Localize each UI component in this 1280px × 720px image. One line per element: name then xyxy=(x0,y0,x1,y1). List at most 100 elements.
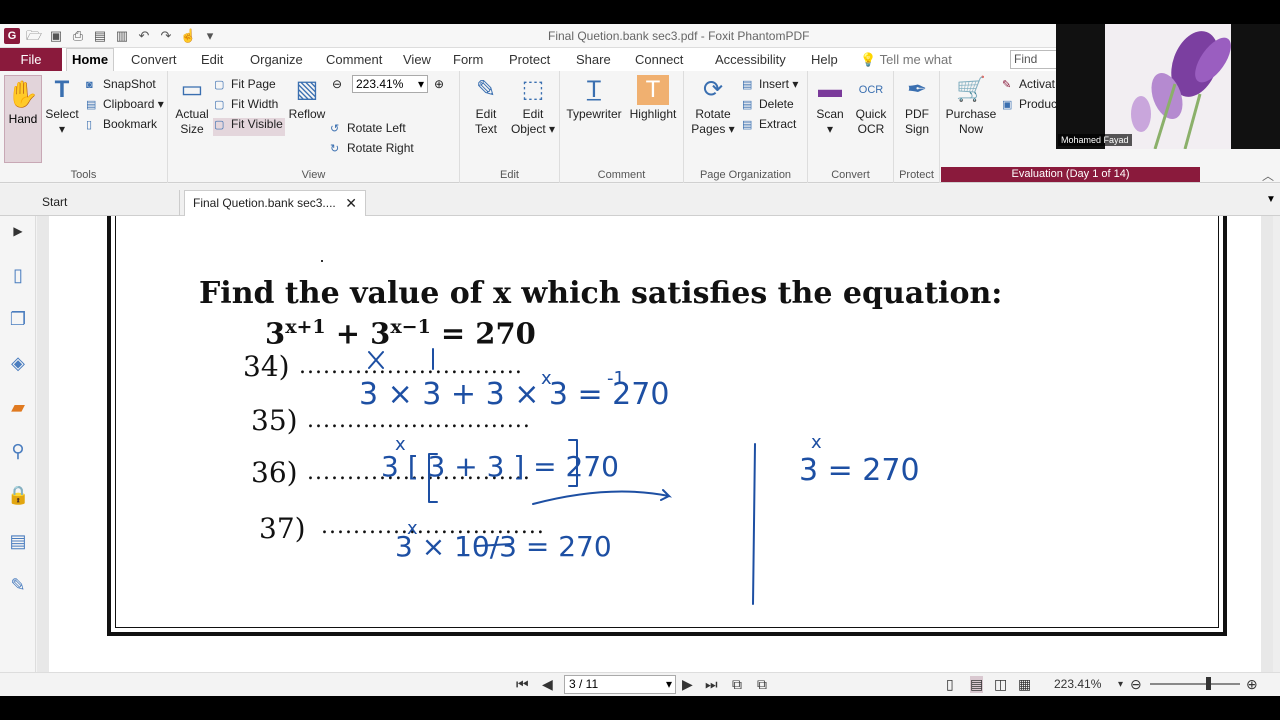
zoom-slider[interactable] xyxy=(1150,683,1240,685)
rotate-pages-button[interactable]: ⟳ Rotate Pages ▾ xyxy=(690,75,736,137)
product-button[interactable]: ▣ Product xyxy=(1002,97,1060,111)
purchase-now-button[interactable]: 🛒 Purchase Now xyxy=(944,75,998,137)
customize-icon[interactable]: ▾ xyxy=(202,28,218,44)
tab-current-document[interactable]: Final Quetion.bank sec3.... ✕ xyxy=(184,190,366,216)
print-icon[interactable]: ⎙ xyxy=(70,28,86,44)
rotate-right-button[interactable]: ↻ Rotate Right xyxy=(330,141,414,155)
rotate-left-button[interactable]: ↺ Rotate Left xyxy=(330,121,406,135)
page-number-input[interactable]: 3 / 11 ▾ xyxy=(564,675,676,694)
bookmark-label: Bookmark xyxy=(103,117,158,131)
bookmark-button[interactable]: ▯ Bookmark xyxy=(86,117,157,131)
tab-connect[interactable]: Connect xyxy=(635,52,683,67)
zoom-out-status-icon[interactable]: ⊖ xyxy=(1130,676,1142,693)
tab-form[interactable]: Form xyxy=(453,52,483,67)
zoom-readout[interactable]: 223.41% xyxy=(1054,677,1101,691)
hand-button[interactable]: ✋ Hand xyxy=(4,75,42,163)
pages-icon[interactable]: ❐ xyxy=(7,308,29,330)
clipboard-button[interactable]: ▤ Clipboard ▾ xyxy=(86,97,164,111)
first-page-icon[interactable]: ⏮ xyxy=(516,676,529,693)
vertical-scrollbar[interactable] xyxy=(1273,216,1280,686)
last-page-icon[interactable]: ⏭ xyxy=(705,676,718,693)
tab-convert[interactable]: Convert xyxy=(131,52,177,67)
cart-icon: 🛒 xyxy=(956,76,986,103)
layers-icon[interactable]: ◈ xyxy=(7,352,29,374)
zoom-slider-thumb[interactable] xyxy=(1206,677,1211,690)
redo-icon[interactable]: ↷ xyxy=(158,28,174,44)
continuous-page-icon[interactable]: ▤ xyxy=(970,676,984,693)
tell-me-search[interactable]: 💡 Tell me what xyxy=(860,52,952,68)
form-fields-icon[interactable]: ▤ xyxy=(7,530,29,552)
undo-icon[interactable]: ↶ xyxy=(136,28,152,44)
facing-page-icon[interactable]: ◫ xyxy=(994,676,1007,693)
edit-object-icon: ⬚ xyxy=(521,76,545,103)
new-doc-icon[interactable]: ▥ xyxy=(114,28,130,44)
tab-view[interactable]: View xyxy=(403,52,431,67)
quick-ocr-button[interactable]: OCR Quick OCR xyxy=(852,75,890,137)
zoom-in-icon[interactable]: ⊕ xyxy=(434,77,444,91)
previous-page-icon[interactable]: ◀ xyxy=(542,676,553,693)
select-button[interactable]: T Select ▾ xyxy=(44,75,80,137)
zoom-out-icon[interactable]: ⊖ xyxy=(332,77,342,91)
fit-page-label: Fit Page xyxy=(231,77,276,91)
tab-edit[interactable]: Edit xyxy=(201,52,223,67)
edit-object-label-2: Object xyxy=(510,122,546,136)
tab-start[interactable]: Start xyxy=(34,190,180,216)
document-viewport[interactable]: Find the value of x which satisfies the … xyxy=(37,216,1273,686)
extract-button[interactable]: ▤ Extract xyxy=(742,117,796,131)
scan-label: Scan xyxy=(816,107,844,121)
hand-icon: ✋ xyxy=(6,79,40,109)
tab-file[interactable]: File xyxy=(0,48,62,71)
edit-object-button[interactable]: ⬚ Edit Object ▾ xyxy=(510,75,556,137)
continuous-facing-icon[interactable]: ▦ xyxy=(1018,676,1031,693)
sign-tools-icon[interactable]: ✎ xyxy=(7,574,29,596)
pdf-sign-button[interactable]: ✒ PDF Sign xyxy=(898,75,936,137)
fit-width-label: Fit Width xyxy=(231,97,279,111)
page-thumbnail-icon[interactable]: ▯ xyxy=(7,264,29,286)
attachment-icon[interactable]: ⚲ xyxy=(7,440,29,462)
find-input[interactable]: Find xyxy=(1010,50,1058,69)
comments-icon[interactable]: ▰ xyxy=(7,396,29,418)
tab-home[interactable]: Home xyxy=(66,48,114,72)
rotate-pages-icon: ⟳ xyxy=(702,76,724,103)
tab-list-icon[interactable]: ▼ xyxy=(1266,194,1276,205)
save-icon[interactable]: ▣ xyxy=(48,28,64,44)
reflow-button[interactable]: ▧ Reflow xyxy=(288,75,326,122)
open-icon[interactable]: 🗁 xyxy=(26,28,42,44)
product-icon: ▣ xyxy=(1002,99,1013,111)
tab-help[interactable]: Help xyxy=(811,52,838,67)
actual-size-button[interactable]: ▭ Actual Size xyxy=(174,75,210,137)
ribbon-collapse-icon[interactable]: ︿ xyxy=(1262,167,1274,184)
typewriter-button[interactable]: T̲ Typewriter xyxy=(566,75,622,122)
delete-button[interactable]: ▤ Delete xyxy=(742,97,794,111)
close-tab-icon[interactable]: ✕ xyxy=(345,191,357,215)
zoom-menu-icon[interactable]: ▾ xyxy=(1118,679,1123,690)
next-view-icon[interactable]: ⧉ xyxy=(757,676,767,693)
fit-width-button[interactable]: ▢ Fit Width xyxy=(214,97,278,111)
snapshot-button[interactable]: ◙ SnapShot xyxy=(86,77,156,91)
zoom-dropdown-icon[interactable]: ▾ xyxy=(418,76,424,92)
tab-organize[interactable]: Organize xyxy=(250,52,303,67)
page-dropdown-icon[interactable]: ▾ xyxy=(666,676,672,693)
expand-panel-icon[interactable]: ▶ xyxy=(7,220,29,242)
tab-protect[interactable]: Protect xyxy=(509,52,550,67)
zoom-input[interactable]: 223.41% ▾ xyxy=(352,75,428,93)
hand-tool-icon[interactable]: ☝ xyxy=(180,28,196,44)
next-page-icon[interactable]: ▶ xyxy=(682,676,693,693)
highlight-button[interactable]: T Highlight xyxy=(626,75,680,122)
tab-accessibility[interactable]: Accessibility xyxy=(715,52,786,67)
tab-share[interactable]: Share xyxy=(576,52,611,67)
ink-exponent-x: x xyxy=(541,368,552,389)
new-icon[interactable]: ▤ xyxy=(92,28,108,44)
lock-icon[interactable]: 🔒 xyxy=(7,484,29,506)
evaluation-banner: Evaluation (Day 1 of 14) xyxy=(941,167,1200,182)
tab-comment[interactable]: Comment xyxy=(326,52,382,67)
fit-visible-button[interactable]: ▢ Fit Visible xyxy=(214,117,283,131)
zoom-in-status-icon[interactable]: ⊕ xyxy=(1246,676,1258,693)
previous-view-icon[interactable]: ⧉ xyxy=(732,676,742,693)
scan-button[interactable]: ▬ Scan ▾ xyxy=(812,75,848,137)
insert-button[interactable]: ▤ Insert ▾ xyxy=(742,77,798,91)
single-page-icon[interactable]: ▯ xyxy=(946,676,954,693)
activate-button[interactable]: ✎ Activat xyxy=(1002,77,1055,91)
edit-text-button[interactable]: ✎ Edit Text xyxy=(466,75,506,137)
fit-page-button[interactable]: ▢ Fit Page xyxy=(214,77,276,91)
